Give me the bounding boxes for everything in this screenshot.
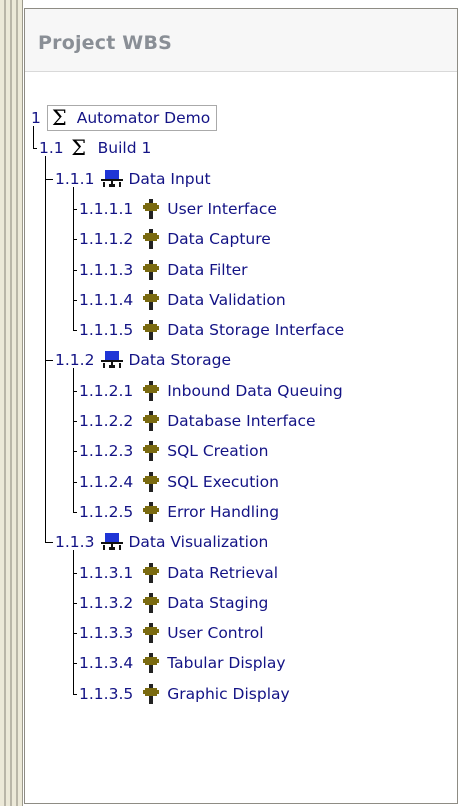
project-wbs-panel: Project WBS 1 Σ Automator Demo 1.1 Σ Build 11… — [24, 8, 458, 804]
node-number: 1.1 — [39, 139, 64, 158]
tree-connector-line — [33, 148, 37, 149]
node-number: 1.1.1.5 — [79, 321, 134, 340]
wbs-node-task[interactable]: 1.1.1.3 Data Filter — [79, 257, 248, 283]
node-number: 1.1.1 — [55, 169, 95, 188]
tree-connector-line — [33, 126, 34, 148]
wbs-node-task[interactable]: 1.1.1.1 User Interface — [79, 196, 277, 222]
node-label: Build 1 — [97, 139, 152, 158]
node-number: 1.1.1.4 — [79, 290, 134, 309]
node-number: 1.1.2.2 — [79, 412, 134, 430]
wbs-node-task[interactable]: 1.1.2.4 SQL Execution — [79, 469, 279, 495]
node-number: 1.1.3.4 — [79, 654, 134, 673]
root-node-box: Σ Automator Demo — [46, 105, 218, 131]
node-label: Data Retrieval — [167, 563, 279, 582]
task-icon — [139, 592, 163, 614]
wbs-node-task[interactable]: 1.1.3.3 User Control — [79, 620, 264, 646]
node-number: 1.1.3.2 — [79, 593, 134, 612]
tree-connector-line — [45, 156, 46, 542]
node-label: User Control — [167, 624, 264, 643]
node-label: Data Storage Interface — [167, 321, 345, 340]
tree-connector-line — [73, 368, 74, 512]
task-icon — [139, 319, 163, 341]
wbs-node-task[interactable]: 1.1.1.5 Data Storage Interface — [79, 317, 344, 343]
wbs-node-task[interactable]: 1.1.1.4 Data Validation — [79, 287, 286, 313]
node-label: Error Handling — [167, 502, 280, 521]
node-label: Data Visualization — [128, 533, 269, 552]
node-label: Graphic Display — [167, 684, 290, 703]
node-number: 1.1.2 — [55, 351, 95, 370]
wbs-node-group[interactable]: 1.1.1 Data Input — [55, 166, 211, 192]
wbs-node-task[interactable]: 1.1.2.2 Database Interface — [79, 408, 316, 434]
node-label: SQL Execution — [167, 472, 279, 491]
tree-connector-line — [45, 179, 53, 180]
node-label: SQL Creation — [167, 442, 269, 461]
tree-connector-line — [73, 187, 74, 330]
wbs-node-task[interactable]: 1.1.3.5 Graphic Display — [79, 681, 290, 707]
node-label: Data Filter — [167, 260, 248, 279]
node-number: 1.1.3.5 — [79, 684, 134, 703]
task-icon — [139, 198, 163, 220]
window-edge — [0, 0, 23, 806]
node-label: Data Capture — [167, 230, 271, 249]
wbs-node-task[interactable]: 1.1.3.4 Tabular Display — [79, 650, 286, 676]
node-label: Inbound Data Queuing — [167, 381, 343, 400]
node-label: Data Input — [128, 169, 211, 188]
node-label: Data Storage — [128, 351, 232, 370]
tree-connector-line — [45, 360, 53, 361]
network-icon — [100, 531, 124, 553]
node-label: Data Validation — [167, 290, 286, 309]
tree-connector-line — [73, 330, 77, 331]
wbs-node-task[interactable]: 1.1.2.1 Inbound Data Queuing — [79, 378, 343, 404]
node-number: 1 — [31, 109, 41, 127]
task-icon — [139, 259, 163, 281]
wbs-node-task[interactable]: 1.1.2.5 Error Handling — [79, 499, 279, 525]
task-icon — [139, 622, 163, 644]
wbs-node-group[interactable]: 1.1.2 Data Storage — [55, 347, 231, 373]
node-number: 1.1.3.3 — [79, 624, 134, 643]
node-number: 1.1.3 — [55, 533, 95, 552]
wbs-node-build[interactable]: 1.1 Σ Build 1 — [39, 135, 151, 161]
tree-connector-line — [73, 550, 74, 694]
wbs-node-root[interactable]: 1 Σ Automator Demo — [31, 105, 218, 131]
task-icon — [139, 562, 163, 584]
node-number: 1.1.2.1 — [79, 381, 134, 400]
tree-connector-line — [73, 694, 77, 695]
sigma-icon: Σ — [51, 105, 67, 130]
wbs-node-task[interactable]: 1.1.3.1 Data Retrieval — [79, 560, 278, 586]
task-icon — [139, 410, 163, 432]
task-icon — [139, 289, 163, 311]
task-icon — [139, 501, 163, 523]
task-icon — [139, 471, 163, 493]
task-icon — [139, 683, 163, 705]
network-icon — [100, 349, 124, 371]
node-label: Data Staging — [167, 593, 269, 612]
node-label: User Interface — [167, 199, 277, 218]
node-number: 1.1.3.1 — [79, 563, 134, 582]
task-icon — [139, 652, 163, 674]
wbs-node-group[interactable]: 1.1.3 Data Visualization — [55, 529, 268, 555]
tree-connector-line — [45, 542, 53, 543]
node-number: 1.1.2.4 — [79, 472, 134, 491]
wbs-tree[interactable]: 1 Σ Automator Demo 1.1 Σ Build 1 1.1.1 Data Inp… — [25, 9, 457, 789]
node-number: 1.1.1.2 — [79, 230, 134, 249]
network-icon — [100, 168, 124, 190]
task-icon — [139, 380, 163, 402]
node-label: Database Interface — [167, 412, 316, 430]
sigma-icon: Σ — [71, 135, 87, 160]
task-icon — [139, 440, 163, 462]
task-icon — [139, 228, 163, 250]
node-number: 1.1.2.5 — [79, 502, 134, 521]
wbs-node-task[interactable]: 1.1.1.2 Data Capture — [79, 226, 271, 252]
node-label: Tabular Display — [167, 654, 286, 673]
wbs-node-task[interactable]: 1.1.3.2 Data Staging — [79, 590, 268, 616]
tree-connector-line — [73, 512, 77, 513]
node-number: 1.1.1.1 — [79, 199, 134, 218]
wbs-node-task[interactable]: 1.1.2.3 SQL Creation — [79, 438, 268, 464]
node-number: 1.1.2.3 — [79, 442, 134, 461]
node-number: 1.1.1.3 — [79, 260, 134, 279]
node-label: Automator Demo — [76, 109, 211, 127]
